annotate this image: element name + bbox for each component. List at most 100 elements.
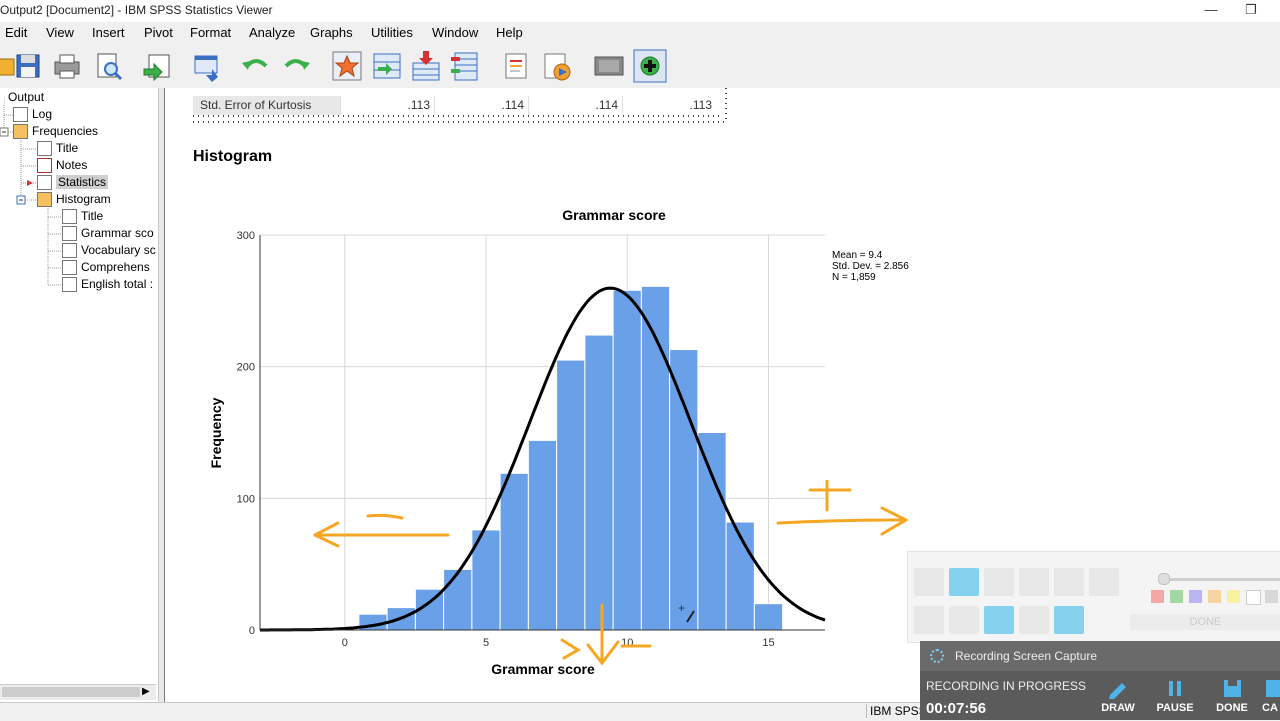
procedure-icon	[37, 192, 52, 208]
menu-pivot[interactable]: Pivot	[144, 25, 173, 40]
clear-drawing-icon[interactable]	[1054, 606, 1084, 634]
outline-pane: Output Log Frequencies Title Notes Stati…	[0, 88, 159, 702]
window-title: Output2 [Document2] - IBM SPSS Statistic…	[0, 3, 273, 17]
pause-button[interactable]: PAUSE	[1149, 671, 1201, 720]
color-swatch-green[interactable]	[1170, 590, 1183, 603]
undo-icon[interactable]	[239, 49, 273, 83]
color-swatch-orange[interactable]	[1208, 590, 1221, 603]
slider-handle[interactable]	[1158, 573, 1170, 585]
pointer-tool-icon[interactable]	[914, 568, 944, 596]
chart-icon	[62, 243, 77, 259]
legend-std-dev: Std. Dev. = 2.856	[832, 261, 909, 272]
color-swatch-blue[interactable]	[1189, 590, 1202, 603]
menu-format[interactable]: Format	[190, 25, 231, 40]
tree-title[interactable]: Title	[37, 140, 78, 157]
save-disk-icon	[1224, 680, 1241, 697]
tree-histogram[interactable]: Histogram	[37, 191, 111, 208]
legend-mean: Mean = 9.4	[832, 250, 883, 261]
menu-edit[interactable]: Edit	[5, 25, 27, 40]
tree-output[interactable]: Output	[0, 89, 44, 106]
variables-icon[interactable]	[449, 49, 483, 83]
tree-histogram-title[interactable]: Title	[62, 208, 103, 225]
y-tick-label: 100	[237, 493, 255, 505]
text-tool-icon[interactable]	[949, 606, 979, 634]
redo-icon[interactable]	[279, 49, 313, 83]
goto-data-icon[interactable]	[330, 49, 364, 83]
goto-case-icon[interactable]	[370, 49, 404, 83]
y-axis-label: Frequency	[208, 397, 224, 468]
toolbar	[0, 44, 1280, 89]
plus-sign-annotation	[808, 480, 852, 512]
freehand-tool-icon[interactable]	[949, 568, 979, 596]
drawing-toolbar: DONE	[907, 551, 1280, 643]
color-swatch-gray[interactable]	[1265, 590, 1278, 603]
done-button[interactable]: DONE	[1206, 671, 1258, 720]
y-tick-label: 200	[237, 362, 255, 374]
title-icon	[37, 141, 52, 157]
menu-analyze[interactable]: Analyze	[249, 25, 295, 40]
chart-icon	[62, 260, 77, 276]
recording-state: RECORDING IN PROGRESS	[926, 679, 1087, 693]
stroke-width-slider[interactable]	[1164, 578, 1280, 581]
scroll-right-icon[interactable]: ▶	[142, 686, 150, 697]
save-icon[interactable]	[11, 49, 45, 83]
goto-variable-icon[interactable]	[409, 49, 443, 83]
color-swatch-red[interactable]	[1151, 590, 1164, 603]
table-icon	[37, 175, 52, 191]
menu-utilities[interactable]: Utilities	[371, 25, 413, 40]
drawing-done-button[interactable]: DONE	[1130, 614, 1280, 630]
color-swatch-yellow[interactable]	[1227, 590, 1240, 603]
rectangle-tool-icon[interactable]	[1054, 568, 1084, 596]
restore-button[interactable]: ❐	[1228, 0, 1274, 22]
pause-icon	[1169, 681, 1181, 696]
print-icon[interactable]	[50, 49, 84, 83]
script-icon[interactable]	[540, 49, 574, 83]
export-icon[interactable]	[140, 49, 174, 83]
table-frame	[193, 88, 727, 123]
small-arrow-annotation	[560, 638, 581, 660]
color-swatch-white[interactable]	[1246, 590, 1261, 605]
recording-timer: 00:07:56	[926, 700, 987, 717]
log-icon	[13, 107, 28, 123]
recording-title: Recording Screen Capture	[955, 649, 1098, 663]
print-preview-icon[interactable]	[91, 49, 125, 83]
tree-chart-comprehension[interactable]: Comprehens	[62, 259, 150, 276]
tree-chart-vocabulary[interactable]: Vocabulary sc	[62, 242, 156, 259]
tree-chart-english-total[interactable]: English total :	[62, 276, 153, 293]
tree-notes[interactable]: Notes	[37, 157, 87, 174]
menu-graphs[interactable]: Graphs	[310, 25, 353, 40]
tree-frequencies[interactable]: Frequencies	[13, 123, 98, 140]
arrow-tool-icon[interactable]	[1019, 568, 1049, 596]
horizontal-scrollbar[interactable]: ▶	[0, 684, 156, 700]
right-arrow-annotation	[776, 518, 908, 525]
tree-statistics[interactable]: Statistics	[37, 174, 109, 191]
line-tool-icon[interactable]	[914, 606, 944, 634]
create-title-icon[interactable]	[500, 49, 534, 83]
draw-button[interactable]: DRAW	[1092, 671, 1144, 720]
procedure-icon	[13, 124, 28, 140]
recorder-logo-icon	[930, 649, 944, 663]
chart-icon	[62, 277, 77, 293]
menu-window[interactable]: Window	[432, 25, 478, 40]
cancel-button[interactable]: CA	[1262, 671, 1280, 720]
menu-view[interactable]: View	[46, 25, 74, 40]
insert-icon[interactable]	[633, 49, 667, 83]
title-bar: Output2 [Document2] - IBM SPSS Statistic…	[0, 0, 1280, 22]
redo-drawing-icon[interactable]	[1019, 606, 1049, 634]
cancel-icon	[1266, 680, 1280, 697]
chart-icon	[62, 226, 77, 242]
menu-insert[interactable]: Insert	[92, 25, 125, 40]
y-ticks: 0 100 200 300	[237, 230, 255, 637]
highlighter-tool-icon[interactable]	[984, 568, 1014, 596]
hide-icon[interactable]	[592, 49, 626, 83]
ellipse-tool-icon[interactable]	[1089, 568, 1119, 596]
tree-log[interactable]: Log	[13, 106, 52, 123]
y-tick-label: 300	[237, 230, 255, 242]
tree-chart-grammar[interactable]: Grammar sco	[62, 225, 154, 242]
menu-help[interactable]: Help	[496, 25, 523, 40]
undo-drawing-icon[interactable]	[984, 606, 1014, 634]
notes-icon	[37, 158, 52, 174]
scrollbar-thumb[interactable]	[2, 687, 140, 697]
y-tick-label: 0	[249, 625, 255, 637]
recall-dialog-icon[interactable]	[190, 49, 224, 83]
